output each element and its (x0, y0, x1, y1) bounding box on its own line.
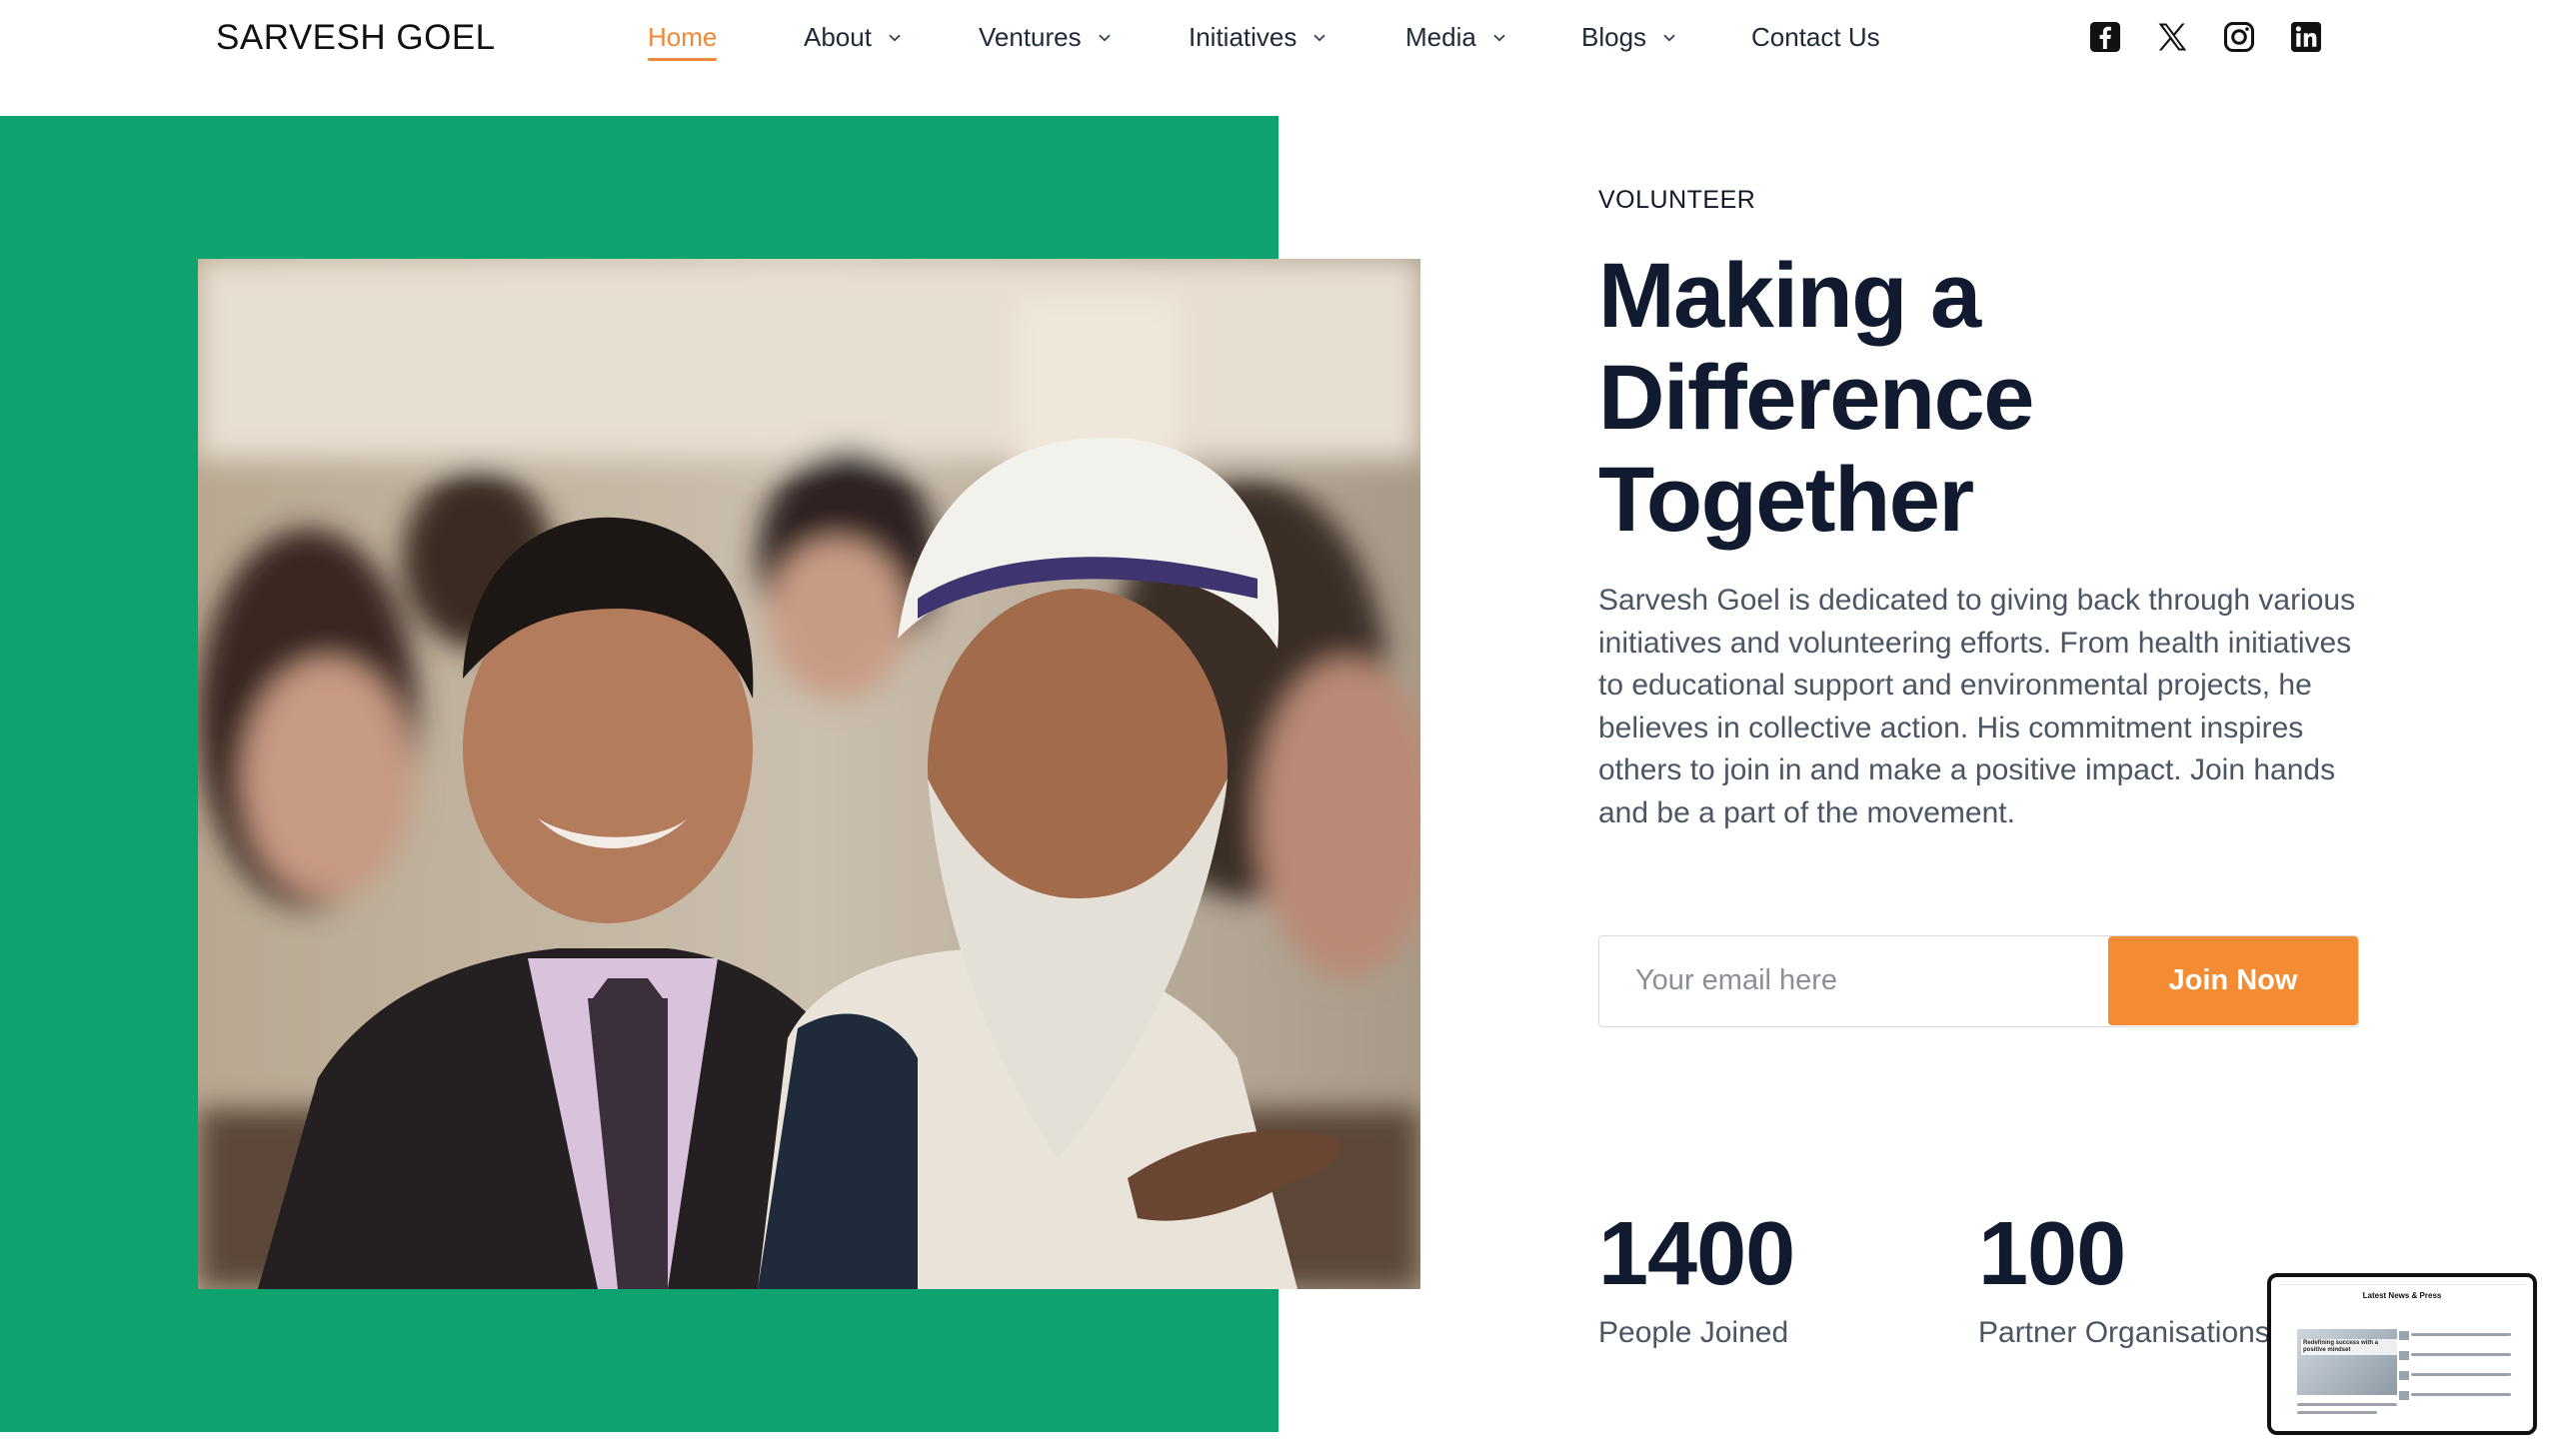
nav-item-label: Contact Us (1751, 22, 1880, 52)
nav-item-home[interactable]: Home (648, 22, 718, 61)
preview-nav-bar (2279, 1281, 2525, 1285)
stat-label: People Joined (1598, 1316, 1789, 1349)
stat-label: Partner Organisations (1978, 1316, 2270, 1349)
nav-item-initiatives[interactable]: Initiatives (1189, 22, 1328, 53)
nav-item-media[interactable]: Media (1405, 22, 1508, 53)
preview-row (2411, 1333, 2511, 1336)
nav-item-label: Ventures (979, 22, 1082, 52)
preview-thumb (2399, 1391, 2409, 1400)
nav-item-ventures[interactable]: Ventures (979, 22, 1114, 53)
stat-number: 1400 (1598, 1204, 1795, 1304)
preview-row (2411, 1353, 2511, 1356)
preview-thumb (2399, 1371, 2409, 1380)
chevron-down-icon (889, 34, 901, 41)
email-input[interactable] (1635, 936, 2095, 1025)
site-header: SARVESH GOEL Home About Ventures Initiat… (0, 0, 2559, 78)
chevron-down-icon (1099, 34, 1111, 41)
preview-row (2411, 1373, 2511, 1376)
preview-row (2411, 1393, 2511, 1396)
site-logo[interactable]: SARVESH GOEL (216, 18, 496, 58)
nav-item-contact-us[interactable]: Contact Us (1751, 22, 1880, 53)
stat-people-joined: 1400 People Joined (1598, 1204, 1795, 1350)
chevron-down-icon (1313, 34, 1325, 41)
preview-row (2297, 1411, 2377, 1414)
preview-thumb (2399, 1331, 2409, 1340)
preview-thumb (2399, 1351, 2409, 1360)
nav-item-blogs[interactable]: Blogs (1581, 22, 1678, 53)
news-preview-thumbnail[interactable]: Latest News & Press Redefining success w… (2267, 1273, 2537, 1435)
preview-badge: Redefining success with a positive minds… (2301, 1339, 2397, 1355)
hero-photo (198, 259, 1420, 1289)
chevron-down-icon (1663, 34, 1675, 41)
x-icon[interactable] (2154, 19, 2190, 55)
signup-form: Join Now (1598, 935, 2359, 1027)
chevron-down-icon (1493, 34, 1505, 41)
nav-item-label: About (804, 22, 872, 52)
preview-row (2297, 1403, 2397, 1406)
facebook-icon[interactable] (2087, 19, 2123, 55)
stat-number: 100 (1978, 1204, 2126, 1304)
hero-headline: Making a Difference Together (1598, 245, 2034, 551)
preview-title: Latest News & Press (2362, 1291, 2442, 1300)
hero-description: Sarvesh Goel is dedicated to giving back… (1598, 584, 2356, 829)
stat-partner-organisations: 100 Partner Organisations (1978, 1204, 2270, 1350)
nav-item-label: Initiatives (1189, 22, 1297, 52)
section-eyebrow: VOLUNTEER (1598, 186, 1756, 214)
nav-item-about[interactable]: About (804, 22, 904, 53)
nav-item-label: Media (1405, 22, 1476, 52)
nav-item-label: Home (648, 22, 718, 52)
nav-item-label: Blogs (1581, 22, 1647, 52)
linkedin-icon[interactable] (2288, 19, 2324, 55)
instagram-icon[interactable] (2221, 19, 2257, 55)
join-now-button[interactable]: Join Now (2108, 936, 2358, 1025)
preview-image: Redefining success with a positive minds… (2297, 1329, 2397, 1395)
